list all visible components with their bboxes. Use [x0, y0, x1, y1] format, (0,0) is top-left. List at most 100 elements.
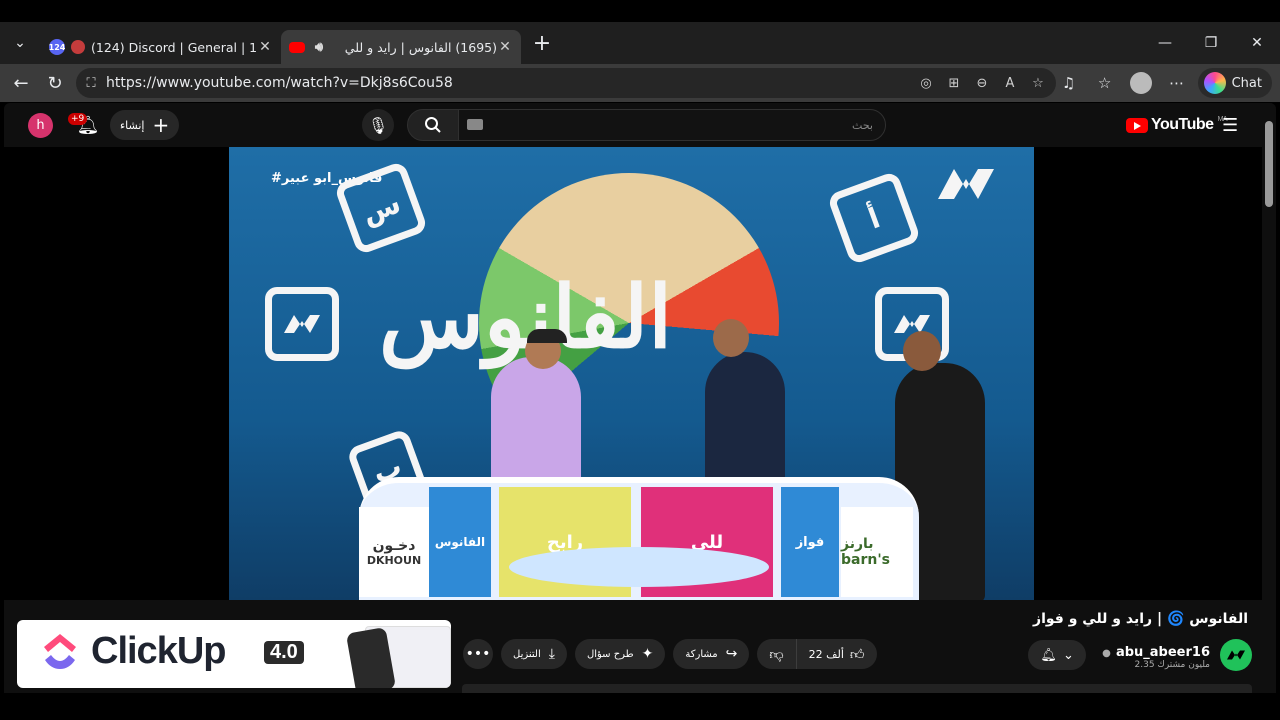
back-icon[interactable]: ← [4, 68, 38, 98]
brand-logo-icon [284, 315, 320, 333]
tab-title: (124) Discord | General | 1YAA [91, 39, 257, 55]
apps-icon[interactable]: ⊞ [944, 76, 964, 91]
page-scrollbar[interactable] [1262, 103, 1276, 693]
plus-icon: + [152, 113, 170, 137]
subscriber-count: 2.35 مليون مشترك [1134, 659, 1211, 670]
search-placeholder: بحث [852, 118, 873, 132]
close-tab-icon[interactable]: ✕ [497, 39, 513, 55]
desk-panel-label: الفانوس [434, 535, 486, 549]
logo-tile [265, 287, 339, 361]
notification-badge: +9 [68, 113, 88, 125]
profile-icon[interactable] [1126, 68, 1156, 98]
channel-name-row[interactable]: ● abu_abeer16 [1102, 641, 1210, 660]
like-dislike-group: 👎︎ 22 ألف 👍︎ [757, 639, 877, 669]
site-info-icon[interactable]: ⛶ [76, 76, 106, 91]
toolbar-right: ♫ ☆ ⋯ Chat [1054, 68, 1272, 98]
ad-brand: ClickUp [91, 630, 226, 672]
sponsor-left-name: DKHOUN [366, 553, 422, 567]
create-label: إنشاء [120, 118, 145, 132]
cap [527, 329, 567, 343]
record-icon [71, 40, 85, 54]
share-button[interactable]: مشاركة ↪ [673, 639, 750, 669]
favorite-star-icon[interactable]: ☆ [1028, 76, 1048, 91]
toolbar: ← ↻ ⛶ https://www.youtube.com/watch?v=Dk… [0, 64, 1280, 102]
youtube-icon [289, 41, 305, 53]
youtube-header: h 🔔︎ +9 إنشاء + 🎙︎ بحث YouTube MA ☰ [4, 103, 1276, 147]
clickup-logo-icon [44, 634, 76, 669]
sponsor-left: دخـون DKHOUN [359, 507, 429, 597]
zoom-icon[interactable]: ⊖ [972, 76, 992, 91]
notifications-bell-icon[interactable]: 🔔︎ +9 [68, 111, 102, 139]
letter-tile: أ [826, 170, 922, 266]
verified-icon: ● [1102, 647, 1111, 659]
channel-avatar[interactable] [1220, 639, 1252, 671]
person-head [903, 331, 941, 371]
new-tab-button[interactable]: + [527, 28, 557, 58]
search-icon [425, 117, 441, 133]
address-bar[interactable]: ⛶ https://www.youtube.com/watch?v=Dkj8s6… [76, 68, 1056, 98]
create-button[interactable]: إنشاء + [110, 110, 180, 140]
youtube-logo[interactable]: YouTube MA [1126, 116, 1228, 134]
read-aloud-icon[interactable]: A [1000, 76, 1020, 91]
like-button[interactable]: 22 ألف 👍︎ [795, 639, 877, 669]
copilot-page-icon[interactable]: ◎ [916, 76, 936, 91]
bell-icon: 🔔︎ [1040, 647, 1057, 663]
speaker-icon[interactable]: 🔊︎ [311, 39, 327, 55]
ad-version: 4.0 [264, 641, 304, 664]
menu-dots-icon[interactable]: ⋯ [1162, 68, 1192, 98]
favorites-icon[interactable]: ☆ [1090, 68, 1120, 98]
menu-icon[interactable]: ☰ [1222, 115, 1242, 136]
sponsor-right: بارنز barn's [841, 507, 913, 597]
video-title: الفانوس 🌀 | رايد و للي و فواز [1033, 611, 1248, 627]
minimize-icon[interactable]: — [1142, 22, 1188, 64]
reload-icon[interactable]: ↻ [38, 68, 72, 98]
video-player[interactable]: #فانوس_ابو عبير س أ ب الفانوس الفانوس را… [4, 147, 1262, 600]
share-label: مشاركة [685, 648, 718, 660]
voice-search-icon[interactable]: 🎙︎ [362, 109, 394, 141]
download-label: التنزيل [513, 648, 541, 660]
subscription-button[interactable]: ⌄ 🔔︎ [1028, 640, 1087, 670]
desk-panel: فواز [781, 487, 839, 597]
tab-list-button[interactable]: ⌄ [5, 28, 35, 58]
share-icon: ↪ [725, 646, 738, 662]
youtube-page: h 🔔︎ +9 إنشاء + 🎙︎ بحث YouTube MA ☰ #فانو… [4, 103, 1276, 693]
video-frame[interactable]: #فانوس_ابو عبير س أ ب الفانوس الفانوس را… [229, 147, 1034, 600]
dislike-button[interactable]: 👎︎ [757, 639, 795, 669]
avatar[interactable]: h [28, 113, 53, 138]
search-button[interactable] [407, 109, 459, 141]
corner-brand-logo-icon [938, 169, 994, 199]
copilot-icon [1203, 72, 1226, 94]
more-actions-button[interactable]: ••• [463, 639, 493, 669]
close-window-icon[interactable]: ✕ [1234, 22, 1280, 64]
media-control-icon[interactable]: ♫ [1054, 68, 1084, 98]
close-tab-icon[interactable]: ✕ [257, 39, 273, 55]
window-controls: — ❐ ✕ [1142, 22, 1280, 64]
restore-icon[interactable]: ❐ [1188, 22, 1234, 64]
youtube-play-icon [1126, 117, 1148, 133]
tab-discord[interactable]: 124 (124) Discord | General | 1YAA ✕ [41, 30, 281, 64]
ask-button[interactable]: طرح سؤال ✦ [574, 639, 666, 669]
chevron-down-icon: ⌄ [1062, 647, 1074, 663]
search-input[interactable]: بحث [458, 109, 886, 141]
sparkle-icon: ✦ [641, 646, 654, 662]
desk-panel-label: فواز [795, 534, 825, 550]
thumbs-down-icon: 👎︎ [769, 646, 784, 663]
tab-youtube[interactable]: 🔊︎ (1695) الفانوس | رايد و للي ✕ [281, 30, 521, 64]
ask-label: طرح سؤال [586, 648, 634, 660]
scrollbar-thumb[interactable] [1265, 121, 1273, 207]
channel-info: ● abu_abeer16 2.35 مليون مشترك [1102, 641, 1210, 670]
person-host-left [491, 357, 581, 487]
logo-text: YouTube [1151, 116, 1214, 133]
download-button[interactable]: التنزيل ⤓ [501, 639, 567, 669]
clickup-ad-banner[interactable]: ClickUp 4.0 [17, 620, 451, 688]
video-actions: ••• التنزيل ⤓ طرح سؤال ✦ مشاركة ↪ 👎︎ 22 … [463, 639, 877, 669]
channel-name[interactable]: abu_abeer16 [1116, 645, 1210, 660]
chat-button[interactable]: Chat [1197, 68, 1272, 98]
keyboard-icon[interactable] [467, 119, 483, 130]
tab-strip: ⌄ 124 (124) Discord | General | 1YAA ✕ 🔊… [0, 22, 1280, 64]
sponsor-left-arabic: دخـون [372, 537, 416, 554]
person-head [713, 319, 749, 357]
description-box-edge [462, 684, 1252, 693]
url-text[interactable]: https://www.youtube.com/watch?v=Dkj8s6Co… [106, 75, 916, 91]
desk-center-light [509, 547, 769, 587]
